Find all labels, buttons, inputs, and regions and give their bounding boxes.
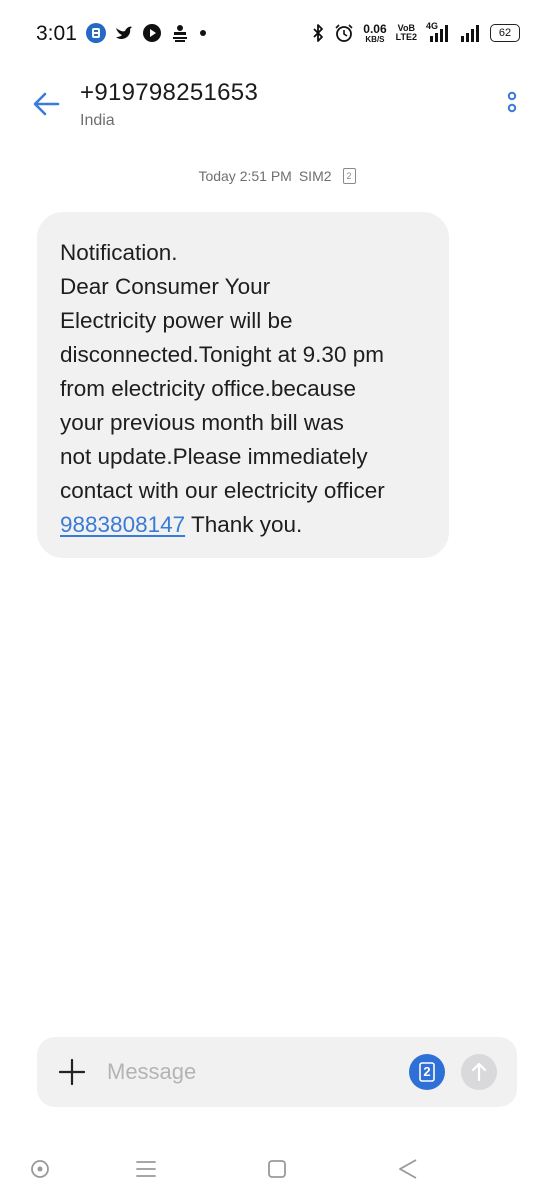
assistant-icon[interactable] bbox=[25, 1154, 55, 1184]
received-message-bubble[interactable]: Notification. Dear Consumer Your Electri… bbox=[37, 212, 449, 558]
plus-icon[interactable] bbox=[59, 1059, 85, 1085]
notification-icons bbox=[86, 22, 208, 44]
phone-number-link[interactable]: 9883808147 bbox=[60, 512, 185, 537]
send-button[interactable] bbox=[461, 1054, 497, 1090]
message-line: Dear Consumer Your bbox=[60, 274, 271, 299]
volte-indicator: VoB LTE2 bbox=[395, 23, 417, 42]
status-time: 3:01 bbox=[36, 22, 77, 45]
message-line: contact with our electricity officer bbox=[60, 478, 385, 503]
alarm-icon bbox=[335, 24, 353, 42]
message-line: Notification. bbox=[60, 240, 178, 265]
contact-number: +919798251653 bbox=[80, 79, 259, 106]
message-line: Electricity power will be bbox=[60, 308, 293, 333]
bird-app-icon bbox=[116, 26, 132, 39]
play-app-icon bbox=[143, 24, 161, 42]
message-last-line: 9883808147 Thank you. bbox=[60, 508, 431, 542]
battery-icon: 62 bbox=[490, 24, 520, 42]
conversation-header: +919798251653 India bbox=[0, 70, 554, 140]
message-closing: Thank you. bbox=[185, 512, 303, 537]
contact-region: India bbox=[80, 112, 115, 129]
message-line: disconnected.Tonight at 9.30 pm bbox=[60, 342, 384, 367]
menu-icon[interactable] bbox=[131, 1154, 161, 1184]
home-square-icon[interactable] bbox=[262, 1154, 292, 1184]
bluetooth-icon bbox=[313, 24, 324, 42]
message-timestamp-row: Today 2:51 PM SIM2 2 bbox=[0, 168, 554, 184]
sim-select-button[interactable]: 2 bbox=[409, 1054, 445, 1090]
sim-number: 2 bbox=[423, 1064, 431, 1079]
signal-sim1-icon: 4G bbox=[426, 22, 450, 44]
status-bar: 3:01 0.06 KB/S VoB LTE2 4G 62 bbox=[0, 0, 554, 66]
system-navigation-bar bbox=[0, 1140, 554, 1200]
sim-badge-icon: 2 bbox=[342, 168, 356, 184]
message-line: from electricity office.because bbox=[60, 376, 356, 401]
message-line: your previous month bill was bbox=[60, 410, 344, 435]
message-timestamp: Today 2:51 PM bbox=[198, 168, 292, 184]
sim-label: SIM2 bbox=[298, 168, 332, 184]
signal-sim2-icon bbox=[461, 25, 479, 42]
more-notifications-dot bbox=[200, 30, 206, 36]
message-input[interactable] bbox=[107, 1055, 397, 1089]
network-speed: 0.06 KB/S bbox=[363, 21, 387, 44]
bank-app-icon bbox=[86, 23, 106, 43]
more-options-icon[interactable] bbox=[500, 90, 524, 120]
message-composer: 2 bbox=[37, 1037, 517, 1107]
send-arrow-icon bbox=[471, 1062, 487, 1082]
back-arrow-icon[interactable] bbox=[30, 88, 64, 120]
system-status-icons: 0.06 KB/S VoB LTE2 4G 62 bbox=[311, 20, 520, 46]
message-line: not update.Please immediately bbox=[60, 444, 368, 469]
back-triangle-icon[interactable] bbox=[393, 1154, 423, 1184]
hindi-news-app-icon bbox=[173, 25, 187, 42]
